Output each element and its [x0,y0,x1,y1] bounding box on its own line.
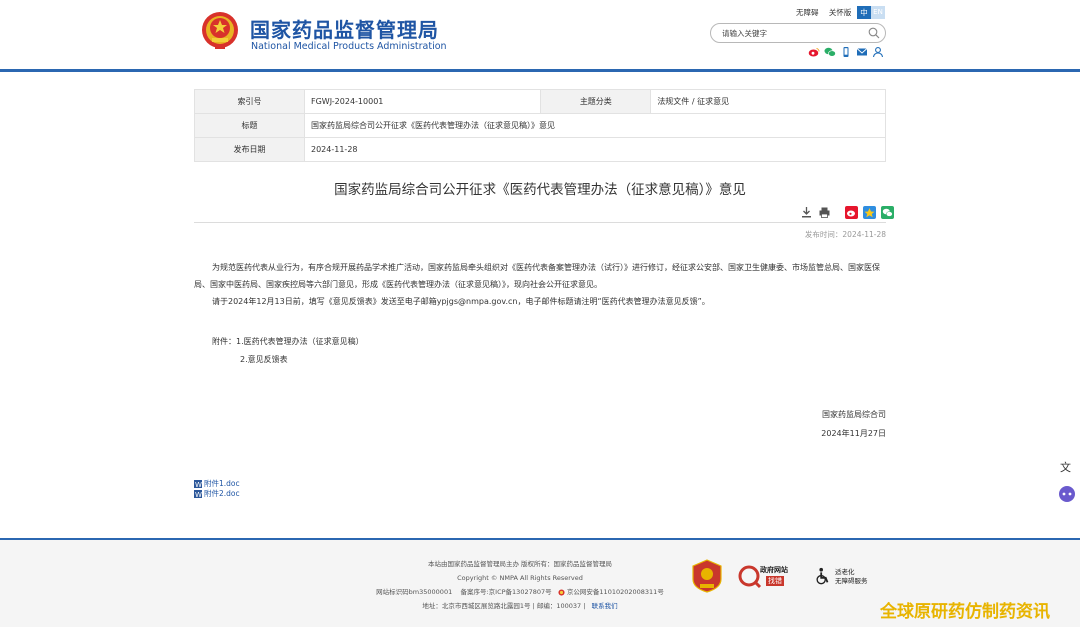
print-icon[interactable] [818,206,831,219]
search-input[interactable] [722,27,862,40]
article-paragraph: 为规范医药代表从业行为，有序合规开展药品学术推广活动，国家药监局牵头组织对《医药… [194,263,880,289]
download-icon[interactable] [800,206,813,219]
weibo-icon[interactable] [808,46,820,58]
header-divider [0,69,1080,72]
share-qzone-icon[interactable] [863,206,876,219]
category-value: 法规文件 / 征求意见 [650,89,886,114]
footer-copyright: Copyright © NMPA All Rights Reserved [457,574,583,582]
care-mode-link[interactable]: 关怀版 [829,8,852,17]
file-link-2[interactable]: W 附件2.doc [194,489,240,499]
file-link-label[interactable]: 附件2.doc [204,489,240,499]
word-doc-icon: W [194,480,202,488]
translate-button[interactable]: 文 [1055,455,1079,479]
translate-icon: 文 [1060,460,1071,474]
signature: 国家药监局综合司 2024年11月27日 [821,405,886,443]
chatbot-icon [1059,486,1075,502]
signature-org: 国家药监局综合司 [822,410,886,419]
attachment-list: 附件：1.医药代表管理办法（征求意见稿） 2.意见反馈表 [212,333,364,369]
table-row: 索引号 FGWJ-2024-10001 主题分类 法规文件 / 征求意见 [194,89,886,114]
attachment-item: 2.意见反馈表 [240,355,288,364]
share-icons [808,46,884,59]
footer-registration: 网站标识码bm35000001 备案序号:京ICP备13027807号 京公网安… [360,585,680,599]
tools-spacer [836,206,840,219]
top-links: 无障碍 关怀版 [796,7,859,18]
article-tools [800,206,894,219]
share-weibo-icon[interactable] [845,206,858,219]
search-box [710,23,886,43]
badge-3-bottom: 无障碍服务 [835,577,868,585]
wheelchair-icon [816,567,829,585]
title-value: 国家药监局综合司公开征求《医药代表管理办法（征求意见稿）》意见 [304,113,886,138]
chat-assistant-button[interactable] [1055,482,1079,506]
mail-icon[interactable] [856,46,868,58]
wechat-icon[interactable] [824,46,836,58]
svg-text:W: W [195,481,202,488]
search-icon[interactable] [868,27,880,39]
elderly-accessibility-badge[interactable]: 适老化 无障碍服务 [814,565,876,587]
mobile-icon[interactable] [840,46,852,58]
badge-2-bottom: 找错 [766,576,784,586]
article-title: 国家药监局综合司公开征求《医药代表管理办法（征求意见稿）》意见 [334,182,746,198]
gov-site-error-report-badge[interactable]: 政府网站 找错 [738,563,798,589]
badge-2-top: 政府网站 [760,566,788,574]
file-link-label[interactable]: 附件1.doc [204,479,240,489]
table-row: 发布日期 2024-11-28 [194,137,886,162]
site-title[interactable]: 国家药品监督管理局 [250,14,439,43]
national-emblem-icon[interactable] [201,11,239,51]
footer-police-record[interactable]: 京公网安备11010202008311号 [567,588,664,596]
police-badge-icon [558,588,565,596]
file-link-1[interactable]: W 附件1.doc [194,479,240,489]
article-paragraph: 请于2024年12月13日前，填写《意见反馈表》发送至电子邮箱ypjgs@nmp… [212,297,710,306]
footer-address: 地址：北京市西城区展览路北露园1号 | 邮编：100037 | 联系我们 [360,599,680,613]
footer-owner: 本站由国家药品监督管理局主办 版权所有：国家药品监督管理局 [427,560,613,568]
lang-en-button[interactable]: EN [871,6,885,19]
footer-icp[interactable]: 备案序号:京ICP备13027807号 [460,588,551,596]
contact-us-link[interactable]: 联系我们 [592,602,618,610]
document-meta-table: 索引号 FGWJ-2024-10001 主题分类 法规文件 / 征求意见 标题 … [194,89,886,162]
publish-time: 发布时间：2024-11-28 [804,230,886,239]
party-gov-badge-icon[interactable] [692,559,722,593]
site-subtitle: National Medical Products Administration [251,41,447,52]
share-wechat-icon[interactable] [881,206,894,219]
footer-text: 本站由国家药品监督管理局主办 版权所有：国家药品监督管理局 Copyright … [360,557,680,613]
word-doc-icon: W [194,490,202,498]
file-links: W 附件1.doc W 附件2.doc [194,479,240,499]
accessibility-link[interactable]: 无障碍 [796,8,819,17]
user-icon[interactable] [872,46,884,58]
article-body: 为规范医药代表从业行为，有序合规开展药品学术推广活动，国家药监局牵头组织对《医药… [194,259,886,310]
footer-address-text: 地址：北京市西城区展览路北露园1号 | 邮编：100037 | [422,602,586,610]
svg-text:文: 文 [1060,460,1071,474]
article-divider [194,222,886,223]
watermark-text: 全球原研药仿制药资讯 [880,602,1050,622]
date-value: 2024-11-28 [304,137,886,162]
index-label: 索引号 [194,89,305,114]
index-value: FGWJ-2024-10001 [303,89,542,114]
signature-date: 2024年11月27日 [821,429,886,438]
attachment-item: 附件：1.医药代表管理办法（征求意见稿） [212,337,364,346]
footer-site-id: 网站标识码bm35000001 [376,588,453,596]
lang-zh-button[interactable]: 中 [857,6,871,19]
site-header: 国家药品监督管理局 National Medical Products Admi… [0,0,1080,70]
date-label: 发布日期 [194,137,305,162]
table-row: 标题 国家药监局综合司公开征求《医药代表管理办法（征求意见稿）》意见 [194,113,886,138]
category-label: 主题分类 [540,89,652,114]
svg-text:W: W [195,491,202,498]
title-label: 标题 [194,113,305,138]
